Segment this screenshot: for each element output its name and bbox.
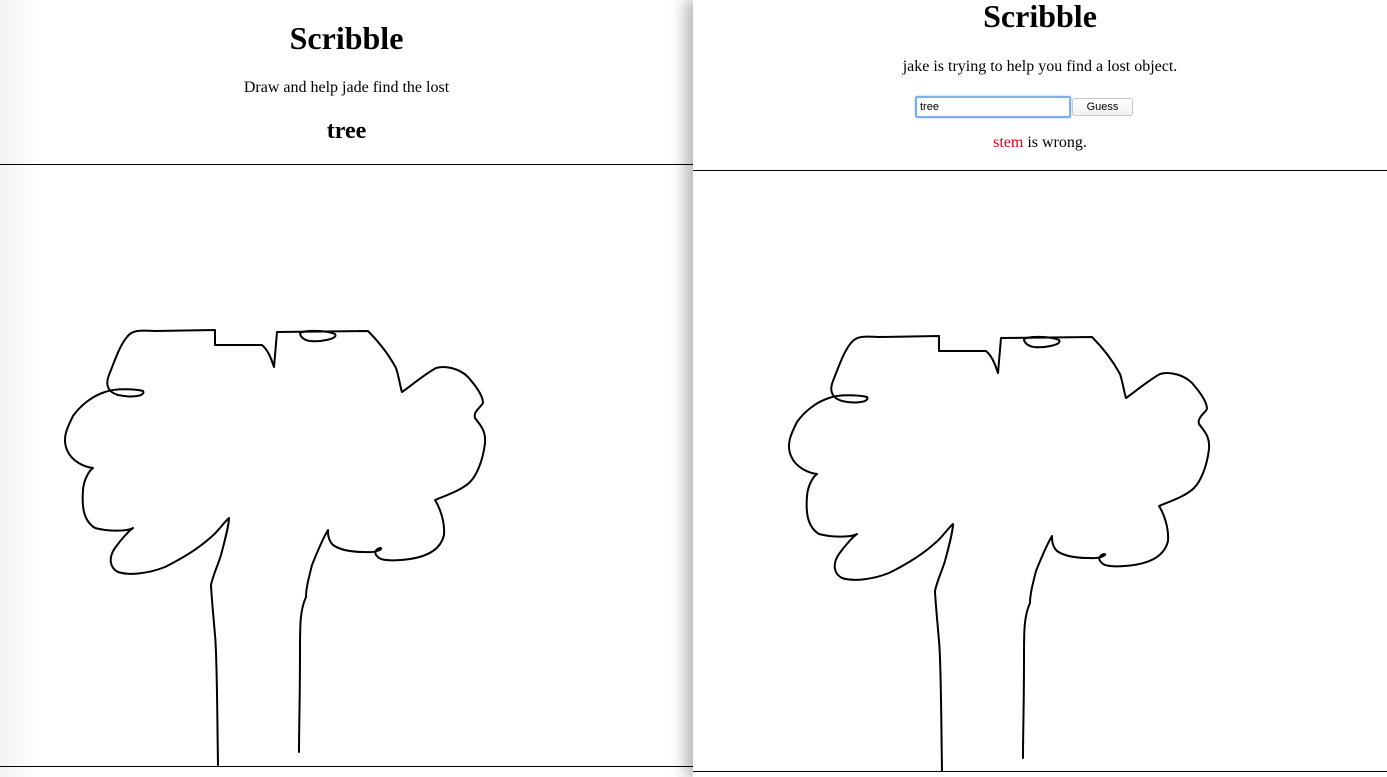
canvas-bottom-border [0,766,693,767]
page-title: Scribble [289,20,404,56]
guess-input[interactable] [915,96,1071,118]
secret-word: tree [326,118,367,144]
drawer-instruction: Draw and help jade find the lost [243,79,450,96]
canvas-bottom-border [693,771,1387,772]
guesser-instruction: jake is trying to help you find a lost o… [902,58,1178,75]
drawing-canvas[interactable] [0,165,693,767]
guess-button[interactable]: Guess [1072,98,1133,116]
guesser-panel: Scribble jake is trying to help you find… [693,0,1387,777]
drawer-panel: Scribble Draw and help jade find the los… [0,0,693,777]
page-title: Scribble [983,0,1097,34]
tree-drawing [787,335,1211,771]
tree-drawing [63,329,487,766]
guess-feedback: stem is wrong. [693,134,1387,152]
wrong-guess-word: stem [993,134,1024,151]
drawing-canvas [787,335,1211,771]
wrong-guess-suffix: is wrong. [1023,134,1087,151]
